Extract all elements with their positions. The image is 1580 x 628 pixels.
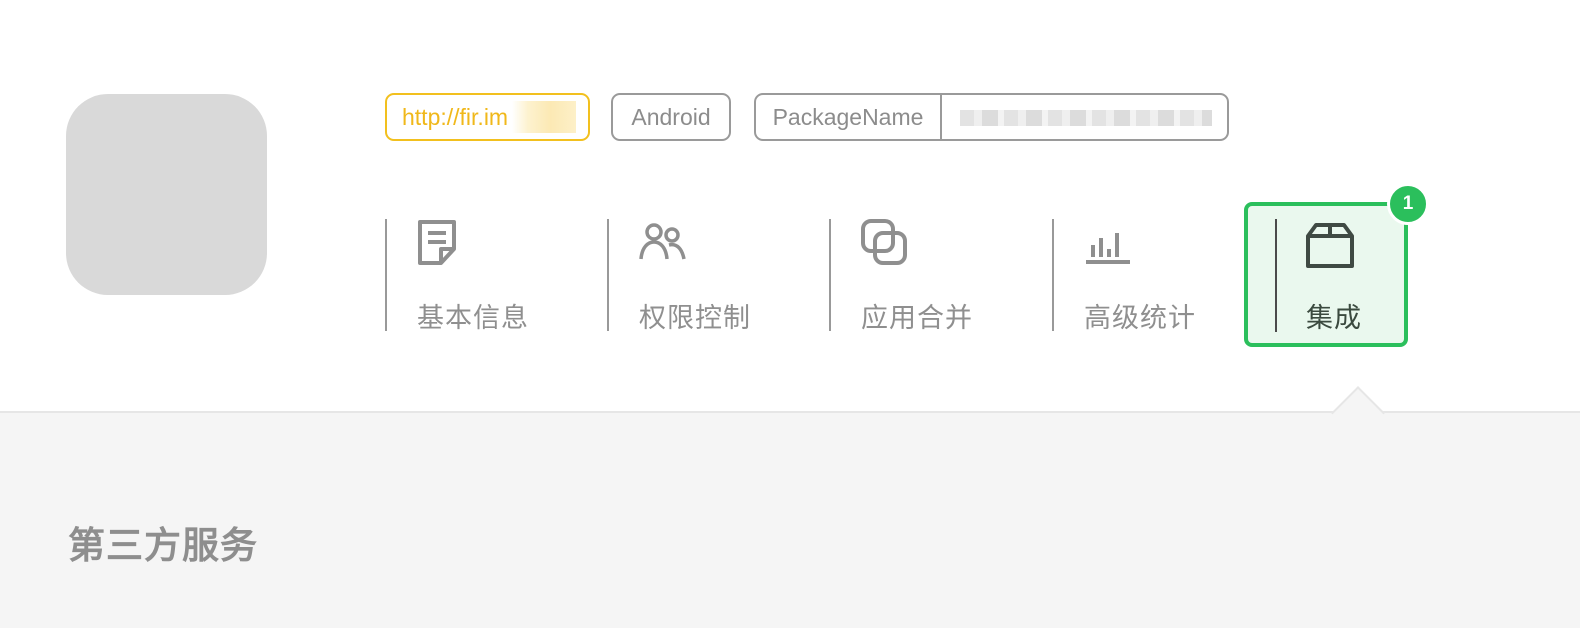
document-icon (418, 220, 456, 265)
app-icon (66, 94, 267, 295)
nav-item-permissions[interactable]: 权限控制 (607, 219, 829, 333)
platform-tag: Android (611, 93, 731, 141)
nav-item-label: 基本信息 (417, 303, 529, 333)
package-name-value-redacted (960, 110, 1212, 126)
url-redacted-blur (512, 101, 576, 133)
merge-icon (861, 219, 907, 265)
nav-item-label: 权限控制 (639, 303, 751, 333)
bar-chart-icon (1086, 233, 1130, 264)
package-name-tag: PackageName (754, 93, 1229, 141)
nav-item-label: 应用合并 (861, 303, 973, 333)
box-icon (1306, 223, 1354, 268)
nav-item-label: 集成 (1306, 303, 1362, 333)
users-icon (639, 223, 686, 260)
nav-item-label: 高级统计 (1084, 303, 1196, 333)
nav-divider (1275, 219, 1277, 332)
section-title: 第三方服务 (68, 525, 258, 566)
download-url-text: http://fir.im (402, 104, 509, 130)
nav-item-integration[interactable]: 集成 (1244, 202, 1408, 347)
download-url-tag[interactable]: http://fir.im (385, 93, 590, 141)
nav-item-advanced-stats[interactable]: 高级统计 (1052, 219, 1274, 333)
nav-item-app-merge[interactable]: 应用合并 (829, 219, 1051, 333)
package-name-label: PackageName (756, 95, 942, 139)
notification-badge: 1 (1387, 183, 1429, 225)
nav-item-basic-info[interactable]: 基本信息 (385, 219, 607, 333)
